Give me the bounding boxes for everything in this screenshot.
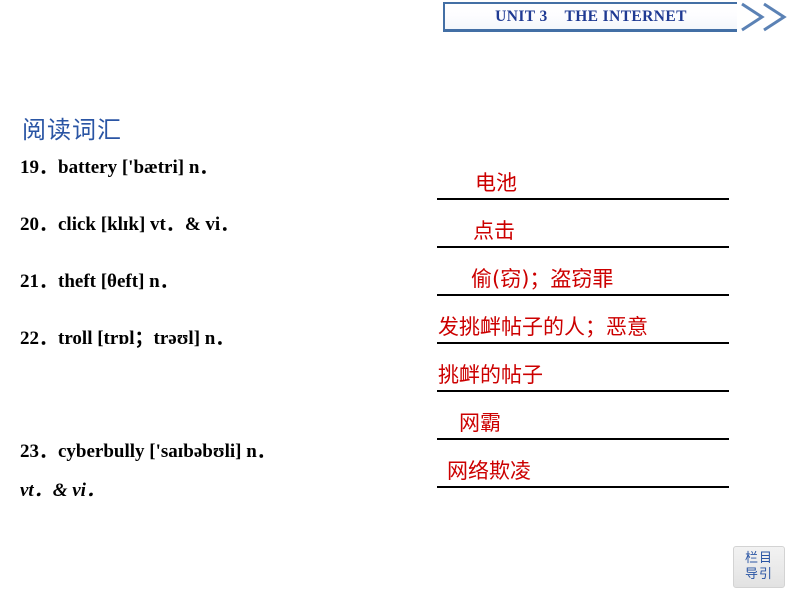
answer-row: 电池 xyxy=(437,152,729,200)
answer-text: 挑衅的帖子 xyxy=(438,363,543,387)
answer-text: 点击 xyxy=(473,219,515,243)
answer-text: 网络欺凌 xyxy=(447,459,531,483)
chevron-right-icon xyxy=(763,2,787,32)
vocab-entry-23: 23．cyberbully ['saɪbəbʊli] n． xyxy=(20,441,276,462)
nav-button-line-2: 导引 xyxy=(744,567,773,582)
column-navigation-button[interactable]: 栏目 导引 xyxy=(733,546,785,588)
vocab-entry-21: 21．theft [θeft] n． xyxy=(20,271,179,292)
answer-row: 点击 xyxy=(437,200,729,248)
vocab-entry-19: 19．battery ['bætri] n． xyxy=(20,157,219,178)
section-title: 阅读词汇 xyxy=(22,116,122,144)
answer-text: 电池 xyxy=(475,171,517,195)
page-title: UNIT 3 THE INTERNET xyxy=(495,7,687,25)
vocab-entry-22: 22．troll [trɒl；trəʊl] n． xyxy=(20,328,235,349)
answer-row: 发挑衅帖子的人；恶意 xyxy=(437,296,729,344)
answer-row: 偷(窃)；盗窃罪 xyxy=(437,248,729,296)
answer-text: 偷(窃)；盗窃罪 xyxy=(471,267,614,291)
vocab-entry-23-continuation: vt．& vi． xyxy=(20,480,105,501)
answer-row: 网络欺凌 xyxy=(437,440,729,488)
answer-text: 网霸 xyxy=(459,411,501,435)
answer-row: 网霸 xyxy=(437,392,729,440)
unit-header-banner: UNIT 3 THE INTERNET xyxy=(443,2,737,32)
nav-button-line-1: 栏目 xyxy=(744,550,773,566)
vocabulary-list: 19．battery ['bætri] n． 20．click [klɪk] v… xyxy=(20,158,420,500)
vocab-entry-20: 20．click [klɪk] vt．& vi． xyxy=(20,214,240,235)
answer-text: 发挑衅帖子的人；恶意 xyxy=(438,315,648,339)
answer-row: 挑衅的帖子 xyxy=(437,344,729,392)
answer-blank-list: 电池 点击 偷(窃)；盗窃罪 发挑衅帖子的人；恶意 挑衅的帖子 网霸 网络欺凌 xyxy=(437,152,729,488)
